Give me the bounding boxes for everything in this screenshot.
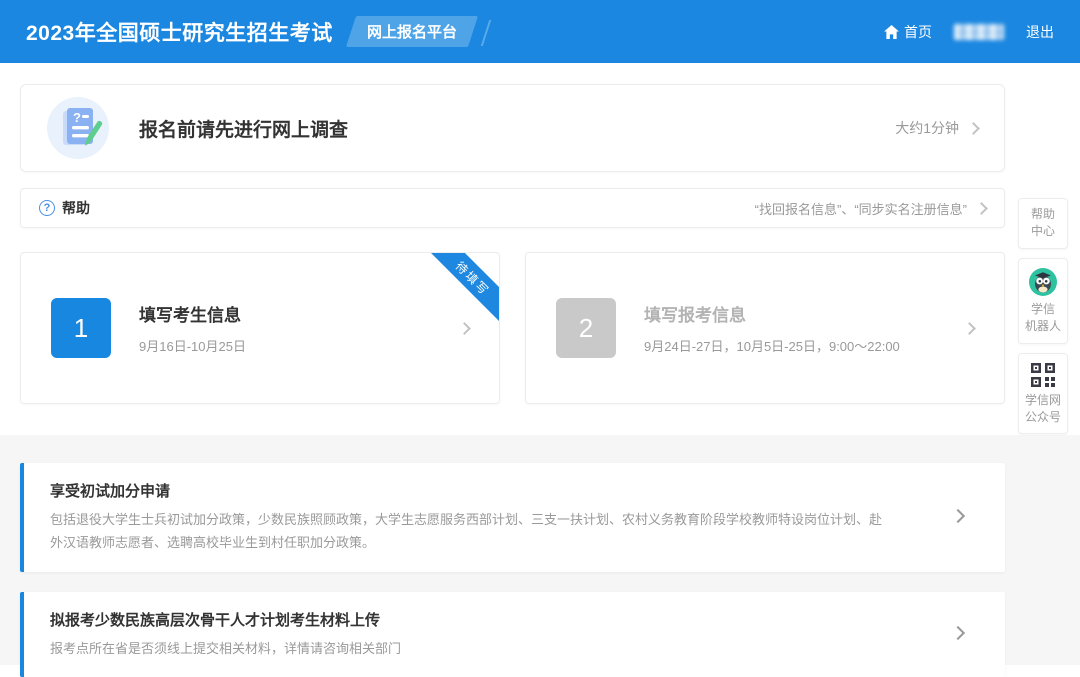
side-widgets: 帮助 中心 学信 机器人 — [1018, 198, 1068, 443]
page-title: 2023年全国硕士研究生招生考试 — [26, 17, 333, 47]
step-title: 填写考生信息 — [139, 301, 246, 326]
step-date: 9月24日-27日，10月5日-25日，9:00～22:00 — [644, 336, 900, 355]
step-number-1: 1 — [51, 298, 111, 358]
survey-duration-label: 大约1分钟 — [895, 118, 959, 138]
help-question-icon: ? — [39, 200, 55, 216]
step-date: 9月16日-10月25日 — [139, 336, 246, 355]
platform-badge-label: 网上报名平台 — [367, 21, 457, 42]
chatbot-label-line1: 学信 — [1021, 301, 1065, 318]
help-center-label-line2: 中心 — [1021, 223, 1065, 240]
help-links-label: “找回报名信息”、“同步实名注册信息” — [755, 199, 967, 218]
qr-official-account-widget[interactable]: 学信网 公众号 — [1018, 353, 1068, 435]
step-number-2: 2 — [556, 298, 616, 358]
survey-banner[interactable]: ? 报名前请先进行网上调查 大约1分钟 — [20, 84, 1005, 172]
notice-description: 报考点所在省是否须线上提交相关材料，详情请咨询相关部门 — [50, 638, 885, 661]
chatbot-robot-icon — [1028, 267, 1058, 297]
help-label-group: ? 帮助 — [39, 198, 90, 218]
logout-link[interactable]: 退出 — [1026, 22, 1054, 42]
step-card-fill-application-info[interactable]: 2 填写报考信息 9月24日-27日，10月5日-25日，9:00～22:00 — [525, 252, 1005, 404]
notice-title: 拟报考少数民族高层次骨干人才计划考生材料上传 — [50, 609, 885, 630]
home-icon — [884, 25, 899, 39]
notice-description: 包括退役大学生士兵初试加分政策，少数民族照顾政策，大学生志愿服务西部计划、三支一… — [50, 509, 885, 555]
step-title: 填写报考信息 — [644, 301, 900, 326]
notice-title: 享受初试加分申请 — [50, 480, 885, 501]
step-card-fill-candidate-info[interactable]: 待填写 1 填写考生信息 9月16日-10月25日 — [20, 252, 500, 404]
help-center-widget[interactable]: 帮助 中心 — [1018, 198, 1068, 249]
notice-section: 享受初试加分申请 包括退役大学生士兵初试加分政策，少数民族照顾政策，大学生志愿服… — [0, 435, 1080, 665]
home-link[interactable]: 首页 — [884, 22, 932, 42]
header-nav: 首页 退出 — [884, 22, 1054, 42]
chevron-right-icon — [967, 122, 980, 135]
survey-document-icon: ? — [47, 97, 109, 159]
step-text: 填写报考信息 9月24日-27日，10月5日-25日，9:00～22:00 — [644, 301, 900, 355]
step-text: 填写考生信息 9月16日-10月25日 — [139, 301, 246, 355]
chevron-right-icon — [458, 322, 471, 335]
main-content: ? 报名前请先进行网上调查 大约1分钟 ? 帮助 “找回报名信息”、“同步实名注… — [20, 63, 1005, 404]
badge-slash-decoration — [481, 20, 491, 46]
qr-label-line2: 公众号 — [1021, 409, 1065, 426]
help-links[interactable]: “找回报名信息”、“同步实名注册信息” — [755, 199, 986, 218]
chevron-right-icon — [963, 322, 976, 335]
chatbot-widget[interactable]: 学信 机器人 — [1018, 258, 1068, 344]
chatbot-label-line2: 机器人 — [1021, 318, 1065, 335]
qr-code-icon — [1030, 362, 1056, 388]
username-redacted[interactable] — [954, 24, 1004, 40]
help-center-label-line1: 帮助 — [1021, 206, 1065, 223]
qr-label-line1: 学信网 — [1021, 392, 1065, 409]
chevron-right-icon — [951, 509, 965, 523]
notice-minority-program-upload[interactable]: 拟报考少数民族高层次骨干人才计划考生材料上传 报考点所在省是否须线上提交相关材料… — [20, 592, 1005, 677]
pending-ribbon: 待填写 — [426, 252, 500, 325]
steps-row: 待填写 1 填写考生信息 9月16日-10月25日 2 填写报考信息 9月24日… — [20, 252, 1005, 404]
notice-bonus-points[interactable]: 享受初试加分申请 包括退役大学生士兵初试加分政策，少数民族照顾政策，大学生志愿服… — [20, 463, 1005, 572]
header: 2023年全国硕士研究生招生考试 网上报名平台 首页 退出 — [0, 0, 1080, 63]
survey-duration: 大约1分钟 — [895, 118, 978, 138]
svg-text:?: ? — [73, 110, 81, 125]
help-bar[interactable]: ? 帮助 “找回报名信息”、“同步实名注册信息” — [20, 188, 1005, 228]
chevron-right-icon — [975, 202, 988, 215]
chevron-right-icon — [951, 626, 965, 640]
survey-title: 报名前请先进行网上调查 — [139, 115, 348, 142]
help-label: 帮助 — [62, 198, 90, 218]
home-link-label: 首页 — [904, 22, 932, 42]
platform-badge: 网上报名平台 — [351, 16, 487, 47]
